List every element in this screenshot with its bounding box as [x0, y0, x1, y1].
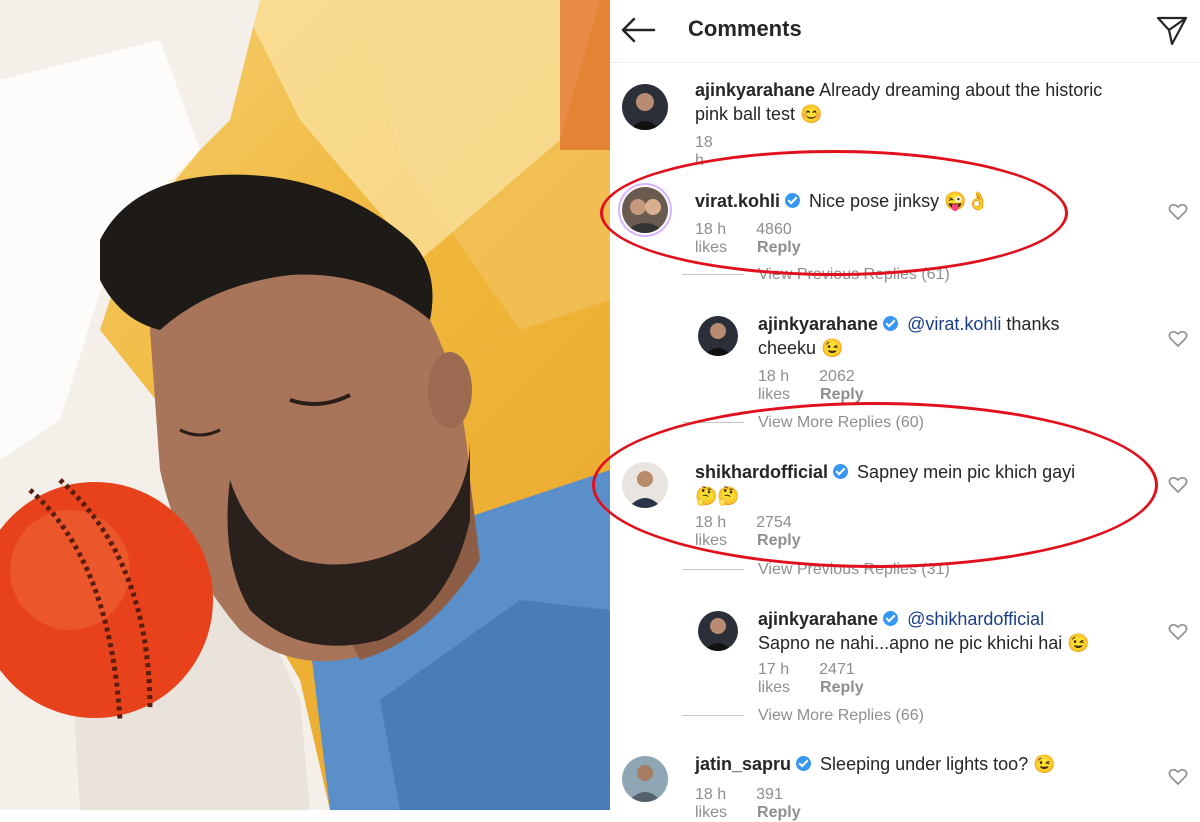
comment-text-cont: pink ball test	[695, 104, 796, 124]
comment-time: 18 h	[695, 221, 727, 238]
comment-text: Sleeping under lights too?	[820, 754, 1029, 774]
heart-icon[interactable]	[1168, 476, 1188, 494]
post-photo	[0, 0, 610, 810]
smile-emoji: 😊	[800, 104, 823, 124]
comment-time: 18 h	[695, 514, 727, 531]
comment-time: 18 h	[695, 134, 713, 169]
reply-button[interactable]: Reply	[757, 532, 801, 549]
page-title: Comments	[688, 16, 802, 41]
verified-badge-icon	[785, 193, 801, 208]
comment-text: Sapney mein pic khich gayi	[857, 462, 1076, 482]
wink-emoji: 😉	[1067, 633, 1090, 653]
view-more-replies[interactable]: View More Replies (66)	[758, 707, 924, 725]
verified-badge-icon	[883, 316, 899, 331]
reply-button[interactable]: Reply	[820, 679, 864, 696]
comment-text: Nice pose jinksy	[809, 191, 940, 211]
verified-badge-icon	[883, 611, 899, 626]
comments-panel: Comments ajinkyarahane Already dreaming …	[592, 0, 1200, 821]
arrow-left-icon	[621, 17, 656, 43]
wink-ok-emoji: 😜👌	[944, 191, 989, 211]
avatar[interactable]	[622, 756, 668, 802]
avatar[interactable]	[622, 462, 668, 508]
sleeping-player-image	[0, 0, 610, 810]
comment-username[interactable]: ajinkyarahane	[758, 314, 878, 334]
reply-button[interactable]: Reply	[757, 239, 801, 256]
comment-time: 18 h	[695, 786, 727, 803]
thinking-emoji: 🤔🤔	[695, 486, 740, 506]
verified-badge-icon	[796, 756, 812, 771]
comment-username[interactable]: jatin_sapru	[695, 754, 791, 774]
wink-emoji: 😉	[821, 338, 844, 358]
comment-username[interactable]: virat.kohli	[695, 191, 780, 211]
comment-text-cont: cheeku	[758, 338, 817, 358]
share-button[interactable]	[1154, 12, 1190, 48]
back-button[interactable]	[618, 12, 658, 48]
comment-username[interactable]: shikhardofficial	[695, 462, 828, 482]
avatar[interactable]	[698, 611, 738, 651]
comment-time: 17 h	[758, 661, 790, 678]
view-previous-replies[interactable]: View Previous Replies (61)	[758, 266, 950, 284]
heart-icon[interactable]	[1168, 768, 1188, 786]
mention-link[interactable]: @virat.kohli	[907, 314, 1001, 334]
view-more-replies[interactable]: View More Replies (60)	[758, 414, 924, 432]
comment-username[interactable]: ajinkyarahane	[695, 80, 815, 100]
comment-time: 18 h	[758, 368, 790, 385]
paper-plane-icon	[1156, 16, 1188, 46]
wink-emoji: 😉	[1033, 754, 1056, 774]
reply-button[interactable]: Reply	[757, 804, 801, 821]
avatar[interactable]	[698, 316, 738, 356]
heart-icon[interactable]	[1168, 330, 1188, 348]
comment-text: Sapno ne nahi...apno ne pic khichi hai	[758, 633, 1063, 653]
heart-icon[interactable]	[1168, 203, 1188, 221]
comments-header: Comments	[610, 0, 1200, 63]
verified-badge-icon	[833, 464, 849, 479]
reply-button[interactable]: Reply	[820, 386, 864, 403]
comment-text: Already dreaming about the historic	[819, 80, 1103, 100]
highlight-oval	[600, 150, 1068, 276]
mention-link[interactable]: @shikhardofficial	[907, 609, 1044, 629]
avatar[interactable]	[622, 187, 668, 233]
heart-icon[interactable]	[1168, 623, 1188, 641]
view-previous-replies[interactable]: View Previous Replies (31)	[758, 561, 950, 579]
comment-text: thanks	[1006, 314, 1060, 334]
avatar[interactable]	[622, 84, 668, 130]
comment-username[interactable]: ajinkyarahane	[758, 609, 878, 629]
